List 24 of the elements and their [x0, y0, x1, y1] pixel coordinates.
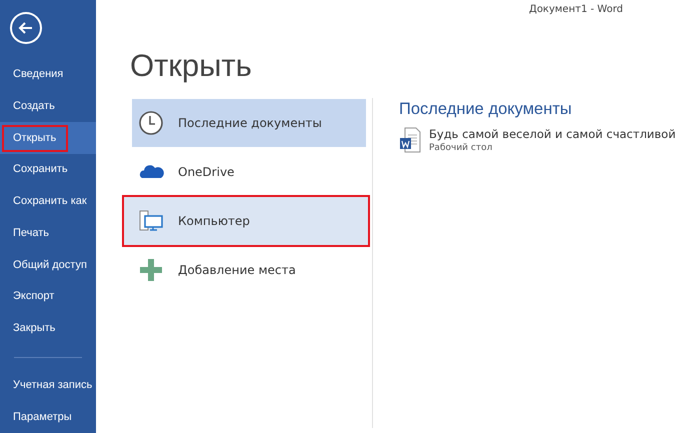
menu-item[interactable]: Сведения [0, 58, 96, 91]
place-item[interactable]: Последние документы [132, 99, 366, 147]
menu-item[interactable]: Сохранить как [0, 186, 96, 218]
plus-icon [138, 257, 164, 283]
menu-item[interactable]: Печать [0, 218, 96, 250]
menu-item[interactable]: Учетная запись [0, 370, 96, 402]
menu-item[interactable]: Открыть [0, 122, 96, 154]
back-button[interactable] [10, 12, 42, 44]
menu-item[interactable]: Общий доступ [0, 249, 96, 282]
window-title: Документ1 - Word [529, 4, 623, 15]
menu-item[interactable]: Сохранить [0, 154, 96, 186]
menu-item[interactable]: Экспорт [0, 281, 96, 313]
menu-item[interactable]: Создать [0, 90, 96, 122]
menu-item[interactable]: Закрыть [0, 312, 96, 345]
clock-icon [138, 110, 164, 136]
document-name[interactable]: Будь самой веселой и самой счастливой [429, 127, 676, 141]
place-item[interactable]: OneDrive [132, 148, 366, 196]
page-heading: Открыть [130, 48, 253, 84]
place-item[interactable]: Компьютер [124, 197, 368, 245]
document-location: Рабочий стол [429, 143, 494, 153]
document-icon [399, 127, 421, 153]
section-title: Последние документы [399, 100, 573, 119]
place-item[interactable]: Добавление места [132, 246, 366, 294]
menu-item[interactable]: Параметры [0, 401, 96, 433]
